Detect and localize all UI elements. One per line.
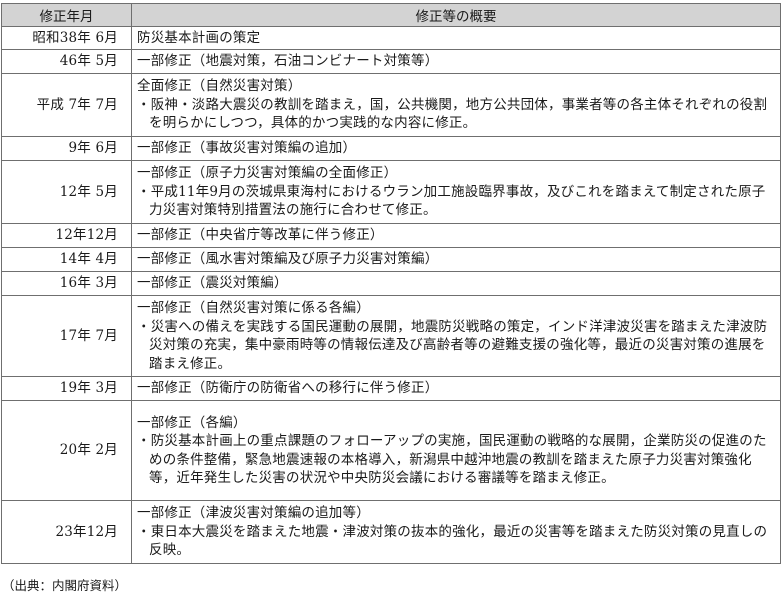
revision-date: 昭和38年 6月 — [1, 26, 132, 50]
revision-date: 9年 6月 — [1, 136, 132, 161]
header-revision-date: 修正年月 — [1, 3, 132, 27]
table-row: 12年 5月 一部修正（原子力災害対策編の全面修正） ・平成11年9月の茨城県東… — [1, 160, 781, 224]
revision-detail: ・平成11年9月の茨城県東海村におけるウラン加工施設臨界事故，及びこれを踏まえて… — [137, 183, 766, 219]
revision-summary: 一部修正（津波災害対策編の追加等） ・東日本大震災を踏まえた地震・津波対策の抜本… — [131, 500, 781, 564]
revision-detail: ・防災基本計画上の重点課題のフォローアップの実施，国民運動の戦略的な展開，企業防… — [137, 433, 767, 486]
revision-date: 平成 7年 7月 — [1, 73, 132, 137]
revision-title: 一部修正（地震対策，石油コンビナート対策等） — [137, 53, 439, 70]
table-row: 23年12月 一部修正（津波災害対策編の追加等） ・東日本大震災を踏まえた地震・… — [1, 500, 781, 564]
table-row: 12年12月 一部修正（中央省庁等改革に伴う修正） — [1, 223, 781, 248]
revision-title: 一部修正（中央省庁等改革に伴う修正） — [137, 227, 384, 244]
revision-date: 16年 3月 — [1, 271, 132, 296]
revision-date: 14年 4月 — [1, 247, 132, 272]
revision-date: 20年 2月 — [1, 400, 132, 501]
revision-date: 23年12月 — [1, 500, 132, 564]
revision-table: 修正年月 修正等の概要 昭和38年 6月 防災基本計画の策定 46年 5月 一部… — [1, 3, 781, 564]
table-row: 17年 7月 一部修正（自然災害対策に係る各編） ・災害への備えを実践する国民運… — [1, 295, 781, 377]
revision-title: 一部修正（事故災害対策編の追加） — [137, 140, 357, 157]
revision-title: 一部修正（震災対策編） — [137, 275, 288, 292]
table-row: 9年 6月 一部修正（事故災害対策編の追加） — [1, 136, 781, 161]
revision-date: 46年 5月 — [1, 49, 132, 74]
table-header-row: 修正年月 修正等の概要 — [1, 3, 781, 27]
revision-summary: 一部修正（震災対策編） — [131, 271, 781, 296]
revision-summary: 一部修正（事故災害対策編の追加） — [131, 136, 781, 161]
revision-history: 修正年月 修正等の概要 昭和38年 6月 防災基本計画の策定 46年 5月 一部… — [0, 0, 782, 593]
revision-summary: 防災基本計画の策定 — [131, 26, 781, 50]
revision-title: 一部修正（津波災害対策編の追加等） — [137, 505, 370, 522]
header-revision-summary: 修正等の概要 — [131, 3, 781, 27]
revision-detail: ・災害への備えを実践する国民運動の展開，地震防災戦略の策定，インド洋津波災害を踏… — [137, 318, 768, 372]
revision-title: 一部修正（防衛庁の防衛省への移行に伴う修正） — [137, 380, 439, 397]
revision-title: 一部修正（自然災害対策に係る各編） — [137, 300, 370, 316]
revision-date: 19年 3月 — [1, 376, 132, 401]
revision-summary: 一部修正（原子力災害対策編の全面修正） ・平成11年9月の茨城県東海村におけるウ… — [131, 160, 781, 224]
revision-title: 防災基本計画の策定 — [137, 29, 261, 46]
revision-summary: 一部修正（地震対策，石油コンビナート対策等） — [131, 49, 781, 74]
table-row: 平成 7年 7月 全面修正（自然災害対策） ・阪神・淡路大震災の教訓を踏まえ，国… — [1, 73, 781, 137]
revision-title: 一部修正（風水害対策編及び原子力災害対策編） — [137, 251, 439, 268]
revision-title: 一部修正（各編） — [137, 414, 247, 431]
revision-date: 17年 7月 — [1, 295, 132, 377]
table-row: 14年 4月 一部修正（風水害対策編及び原子力災害対策編） — [1, 247, 781, 272]
revision-title: 一部修正（原子力災害対策編の全面修正） — [137, 165, 398, 182]
revision-date: 12年12月 — [1, 223, 132, 248]
revision-summary: 一部修正（中央省庁等改革に伴う修正） — [131, 223, 781, 248]
revision-detail: ・東日本大震災を踏まえた地震・津波対策の抜本的強化，最近の災害等を踏まえた防災対… — [137, 523, 768, 559]
revision-date: 12年 5月 — [1, 160, 132, 224]
revision-summary: 一部修正（自然災害対策に係る各編） ・災害への備えを実践する国民運動の展開，地震… — [131, 295, 781, 377]
table-row: 昭和38年 6月 防災基本計画の策定 — [1, 26, 781, 50]
revision-detail: ・阪神・淡路大震災の教訓を踏まえ，国，公共機関，地方公共団体，事業者等の各主体そ… — [137, 96, 768, 132]
source-note: （出典：内閣府資料） — [2, 578, 128, 593]
revision-title: 全面修正（自然災害対策） — [137, 78, 302, 95]
revision-summary: 一部修正（防衛庁の防衛省への移行に伴う修正） — [131, 376, 781, 401]
table-row: 46年 5月 一部修正（地震対策，石油コンビナート対策等） — [1, 49, 781, 74]
table-row: 20年 2月 一部修正（各編） ・防災基本計画上の重点課題のフォローアップの実施… — [1, 400, 781, 501]
table-row: 19年 3月 一部修正（防衛庁の防衛省への移行に伴う修正） — [1, 376, 781, 401]
revision-summary: 一部修正（風水害対策編及び原子力災害対策編） — [131, 247, 781, 272]
table-row: 16年 3月 一部修正（震災対策編） — [1, 271, 781, 296]
revision-summary: 一部修正（各編） ・防災基本計画上の重点課題のフォローアップの実施，国民運動の戦… — [131, 400, 781, 501]
revision-summary: 全面修正（自然災害対策） ・阪神・淡路大震災の教訓を踏まえ，国，公共機関，地方公… — [131, 73, 781, 137]
